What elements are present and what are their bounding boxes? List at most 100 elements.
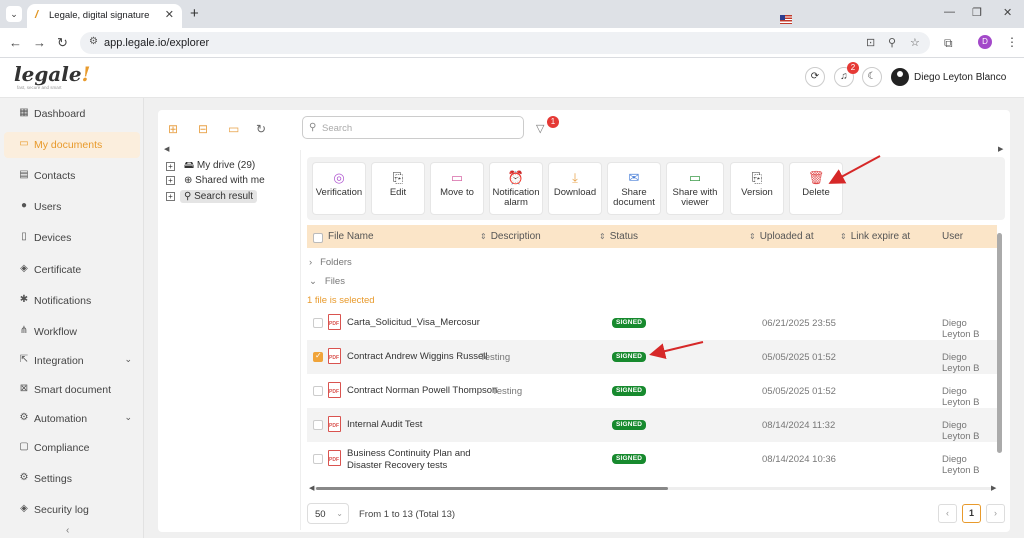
column-status[interactable]: ⇕ Status [599, 231, 638, 242]
scroll-right-icon[interactable]: ▶ [991, 484, 996, 492]
sidebar-item-settings[interactable]: ⚙ Settings [4, 466, 140, 492]
table-row[interactable]: PDF Contract Norman Powell Thompson Test… [307, 374, 997, 408]
profile-avatar[interactable]: D [978, 35, 992, 49]
next-page-button[interactable]: › [986, 504, 1005, 523]
edit-button[interactable]: ⎘ Edit [371, 162, 425, 215]
pdf-label: PDF [329, 423, 339, 429]
previous-page-button[interactable]: ‹ [938, 504, 957, 523]
table-row[interactable]: PDF Contract Andrew Wiggins Russell Test… [307, 340, 997, 374]
table-row[interactable]: PDF Business Continuity Plan and Disaste… [307, 442, 997, 476]
version-button[interactable]: ⎘ Version [730, 162, 784, 215]
bookmark-star-icon[interactable]: ☆ [910, 36, 920, 49]
row-checkbox[interactable] [313, 386, 323, 396]
omnibox[interactable]: ⚙ app.legale.io/explorer ⊡ ⚲ ☆ [80, 32, 930, 54]
delete-button[interactable]: 🗑 Delete [789, 162, 843, 215]
extensions-icon[interactable]: ⧉ [944, 36, 953, 51]
sidebar-item-workflow[interactable]: ⋔ Workflow [4, 319, 140, 345]
horizontal-scrollbar[interactable] [316, 487, 668, 490]
column-description[interactable]: ⇕ Description [480, 231, 541, 242]
current-page-button[interactable]: 1 [962, 504, 981, 523]
verification-button[interactable]: ◎ Verification [312, 162, 366, 215]
file-name[interactable]: Internal Audit Test [347, 419, 422, 430]
column-uploaded-at[interactable]: ⇕ Uploaded at [749, 231, 814, 242]
tab-list-button[interactable]: ⌄ [6, 6, 22, 22]
file-name[interactable]: Contract Andrew Wiggins Russell [347, 351, 487, 362]
file-name[interactable]: Business Continuity Plan and Disaster Re… [347, 448, 482, 472]
folder-action-icon[interactable]: ▭ [228, 122, 239, 136]
row-checkbox[interactable] [313, 318, 323, 328]
reload-icon[interactable]: ↻ [57, 35, 68, 51]
file-name[interactable]: Contract Norman Powell Thompson [347, 385, 497, 396]
sidebar-item-my-documents[interactable]: ▭ My documents [4, 132, 140, 158]
share-document-button[interactable]: ✉ Share document [607, 162, 661, 215]
expand-icon[interactable]: + [166, 162, 175, 171]
theme-toggle-icon[interactable]: ☾ [862, 67, 882, 87]
row-checkbox[interactable] [313, 351, 323, 362]
new-tab-icon[interactable]: + [190, 5, 199, 22]
sidebar-item-automation[interactable]: ⚙ Automation ⌄ [4, 406, 140, 432]
tree-item-shared[interactable]: + ⊕ Shared with me [166, 174, 269, 188]
sidebar-item-smart-document[interactable]: ⊠ Smart document [4, 377, 140, 403]
column-file-name[interactable]: File Name [328, 231, 374, 242]
new-folder-icon[interactable]: ⊞ [168, 122, 178, 136]
file-name[interactable]: Carta_Solicitud_Visa_Mercosur [347, 317, 480, 328]
table-row[interactable]: PDF Internal Audit Test SIGNED 08/14/202… [307, 408, 997, 442]
sidebar-item-security-log[interactable]: ◈ Security log [4, 497, 140, 523]
minimize-icon[interactable]: — [944, 6, 955, 18]
group-files[interactable]: ⌄ Files [309, 276, 345, 287]
move-to-button[interactable]: ▭ Move to [430, 162, 484, 215]
sidebar-item-integration[interactable]: ⇱ Integration ⌄ [4, 348, 140, 374]
column-link-expire-at[interactable]: ⇕ Link expire at [840, 231, 910, 242]
group-folders[interactable]: › Folders [309, 257, 352, 268]
scroll-right-icon[interactable]: ▶ [998, 145, 1003, 153]
install-app-icon[interactable]: ⊡ [866, 36, 875, 49]
row-checkbox[interactable] [313, 420, 323, 430]
search-input[interactable]: ⚲ Search [302, 116, 524, 139]
sidebar-item-label: Integration [34, 355, 84, 367]
filter-icon[interactable]: ▽ [536, 122, 544, 135]
table-row[interactable]: PDF Carta_Solicitud_Visa_Mercosur SIGNED… [307, 306, 997, 340]
select-all-checkbox[interactable] [313, 233, 323, 243]
user-avatar[interactable] [891, 68, 909, 86]
scroll-left-icon[interactable]: ◀ [309, 484, 314, 492]
tree-item-search-result[interactable]: + ⚲ Search result [166, 190, 258, 204]
zoom-icon[interactable]: ⚲ [888, 36, 896, 49]
back-icon[interactable]: ← [9, 35, 22, 50]
shield-icon: ◈ [20, 263, 28, 274]
close-window-icon[interactable]: ✕ [1003, 6, 1012, 19]
sidebar-item-contacts[interactable]: ▤ Contacts [4, 163, 140, 189]
browser-tab[interactable]: / Legale, digital signature ✕ [27, 4, 182, 28]
sidebar-item-users[interactable]: ● Users [4, 194, 140, 220]
move-to-icon: ▭ [450, 170, 464, 185]
tree-item-my-drive[interactable]: + 🖴 My drive (29) [166, 157, 259, 171]
refresh-icon[interactable]: ↻ [256, 122, 266, 136]
sidebar-item-devices[interactable]: ▯ Devices [4, 225, 140, 251]
sidebar-item-label: My documents [34, 139, 103, 151]
user-name[interactable]: Diego Leyton Blanco [914, 72, 1006, 83]
collapse-sidebar-icon[interactable]: ‹ [66, 525, 69, 536]
download-button[interactable]: ⤓ Download [548, 162, 602, 215]
vertical-scrollbar[interactable] [997, 233, 1002, 453]
scroll-left-icon[interactable]: ◀ [164, 145, 169, 153]
close-tab-icon[interactable]: ✕ [165, 8, 174, 21]
sidebar-item-certificate[interactable]: ◈ Certificate [4, 257, 140, 283]
status-badge: SIGNED [612, 420, 647, 430]
restore-icon[interactable]: ❐ [972, 6, 982, 19]
column-user[interactable]: User [942, 231, 963, 242]
sidebar-item-dashboard[interactable]: ▦ Dashboard [4, 101, 140, 127]
forward-icon[interactable]: → [33, 35, 46, 50]
expand-icon[interactable]: + [166, 192, 175, 201]
site-info-icon[interactable]: ⚙ [89, 36, 98, 47]
support-icon[interactable]: ⟳ [805, 67, 825, 87]
page-size-select[interactable]: 50 ⌄ [307, 503, 349, 524]
notification-icon: ✱ [19, 294, 29, 305]
sidebar-item-compliance[interactable]: ▢ Compliance [4, 435, 140, 461]
share-with-viewer-button[interactable]: ▭ Share with viewer [666, 162, 724, 215]
row-checkbox[interactable] [313, 454, 323, 464]
browser-menu-icon[interactable]: ⋮ [1006, 35, 1018, 49]
legale-logo[interactable]: legale! [14, 62, 90, 86]
sidebar-item-notifications[interactable]: ✱ Notifications [4, 288, 140, 314]
expand-icon[interactable]: + [166, 176, 175, 185]
notification-alarm-button[interactable]: ⏰ Notification alarm [489, 162, 543, 215]
upload-folder-icon[interactable]: ⊟ [198, 122, 208, 136]
